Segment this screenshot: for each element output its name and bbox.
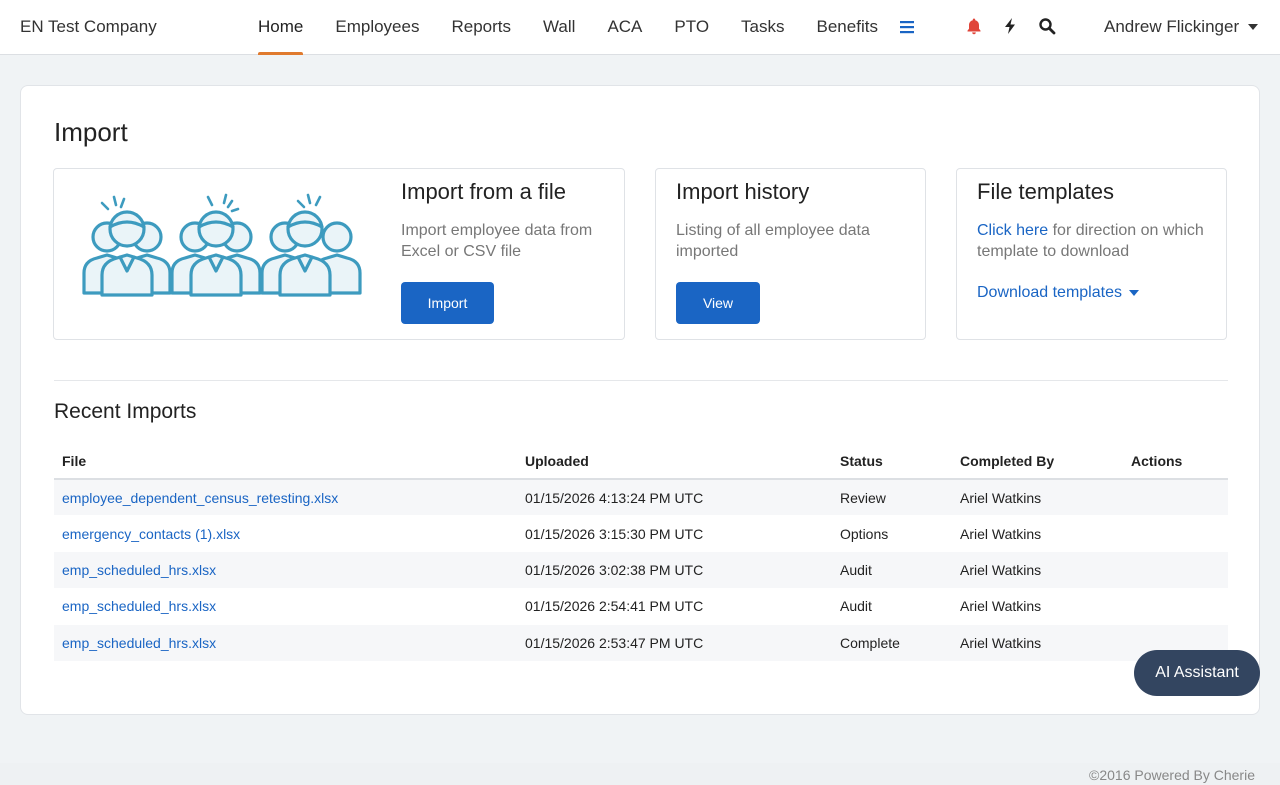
nav-aca[interactable]: ACA	[607, 0, 642, 55]
page-title: Import	[54, 117, 128, 147]
table-row: emergency_contacts (1).xlsx 01/15/2026 3…	[54, 515, 1228, 551]
hamburger-icon[interactable]	[899, 19, 915, 35]
nav-employees[interactable]: Employees	[335, 0, 419, 55]
import-file-panel: Import from a file Import employee data …	[53, 168, 625, 340]
file-templates-title: File templates	[977, 179, 1114, 204]
column-header-file[interactable]: File	[54, 444, 517, 480]
footer-bar	[0, 763, 1280, 785]
column-header-status[interactable]: Status	[832, 444, 952, 480]
uploaded-cell: 01/15/2026 2:54:41 PM UTC	[525, 598, 704, 615]
file-cell: emergency_contacts (1).xlsx	[54, 515, 517, 551]
status-cell: Complete	[832, 624, 952, 661]
actions-cell	[1123, 479, 1228, 516]
file-link[interactable]: emp_scheduled_hrs.xlsx	[62, 562, 216, 578]
column-header-uploaded[interactable]: Uploaded	[517, 444, 832, 480]
table-row: emp_scheduled_hrs.xlsx 01/15/2026 2:54:4…	[54, 588, 1228, 624]
file-link[interactable]: emp_scheduled_hrs.xlsx	[62, 635, 216, 651]
status-cell: Audit	[832, 551, 952, 589]
table-row: emp_scheduled_hrs.xlsx 01/15/2026 3:02:3…	[54, 551, 1228, 589]
completed-by-cell: Ariel Watkins	[952, 624, 1123, 661]
actions-cell	[1123, 551, 1228, 589]
column-header-actions: Actions	[1123, 444, 1228, 480]
download-templates-dropdown[interactable]: Download templates	[977, 284, 1139, 302]
import-card: Import Import from a file Import employe…	[20, 85, 1260, 715]
status-cell: Review	[832, 479, 952, 516]
nav-benefits[interactable]: Benefits	[817, 0, 878, 55]
nav-wall[interactable]: Wall	[543, 0, 575, 55]
view-button[interactable]: View	[676, 282, 760, 324]
import-button[interactable]: Import	[401, 282, 494, 324]
recent-imports-title: Recent Imports	[54, 400, 197, 423]
nav-home[interactable]: Home	[258, 0, 304, 55]
chevron-down-icon	[1128, 290, 1139, 296]
click-here-link[interactable]: Click here	[977, 222, 1048, 239]
completed-by-cell: Ariel Watkins	[960, 598, 1042, 615]
company-name[interactable]: EN Test Company	[20, 17, 157, 37]
status-cell: Options	[840, 525, 889, 542]
user-menu[interactable]: Andrew Flickinger	[1104, 17, 1259, 37]
nav-pto[interactable]: PTO	[674, 0, 709, 55]
bell-icon[interactable]	[965, 17, 983, 35]
table-row: employee_dependent_census_retesting.xlsx…	[54, 479, 1228, 516]
import-history-title: Import history	[676, 179, 810, 204]
divider	[54, 380, 1228, 381]
actions-cell	[1123, 588, 1228, 624]
file-link[interactable]: emp_scheduled_hrs.xlsx	[62, 598, 216, 614]
employees-group-illustration	[82, 193, 362, 297]
actions-cell	[1123, 515, 1228, 551]
footer-text: ©2016 Powered By Cherie	[1089, 767, 1255, 783]
file-cell: emp_scheduled_hrs.xlsx	[54, 624, 517, 661]
uploaded-cell: 01/15/2026 3:15:30 PM UTC	[525, 525, 704, 542]
nav-reports[interactable]: Reports	[451, 0, 511, 55]
top-navigation: EN Test Company Home Employees Reports W…	[0, 0, 1280, 55]
user-name: Andrew Flickinger	[1104, 17, 1240, 36]
import-file-title: Import from a file	[401, 179, 567, 204]
table-row: emp_scheduled_hrs.xlsx 01/15/2026 2:53:4…	[54, 624, 1228, 661]
column-header-completed-by[interactable]: Completed By	[952, 444, 1123, 480]
main-nav: Home Employees Reports Wall ACA PTO Task…	[258, 0, 910, 55]
bolt-icon[interactable]	[1001, 17, 1019, 35]
nav-tasks[interactable]: Tasks	[741, 0, 784, 55]
file-cell: emp_scheduled_hrs.xlsx	[54, 588, 517, 624]
recent-imports-table: File Uploaded Status Completed By Action…	[54, 444, 1228, 661]
file-cell: emp_scheduled_hrs.xlsx	[54, 551, 517, 589]
completed-by-cell: Ariel Watkins	[952, 479, 1123, 516]
import-history-panel: Import history Listing of all employee d…	[655, 168, 926, 340]
file-link[interactable]: employee_dependent_census_retesting.xlsx	[62, 490, 338, 506]
status-cell: Audit	[840, 598, 872, 615]
search-icon[interactable]	[1038, 17, 1056, 35]
chevron-down-icon	[1248, 24, 1259, 30]
import-history-description: Listing of all employee data imported	[676, 222, 870, 260]
file-cell: employee_dependent_census_retesting.xlsx	[54, 479, 517, 516]
ai-assistant-button[interactable]: AI Assistant	[1134, 650, 1260, 696]
uploaded-cell: 01/15/2026 2:53:47 PM UTC	[517, 624, 832, 661]
download-templates-label: Download templates	[977, 284, 1122, 301]
uploaded-cell: 01/15/2026 3:02:38 PM UTC	[517, 551, 832, 589]
completed-by-cell: Ariel Watkins	[952, 551, 1123, 589]
uploaded-cell: 01/15/2026 4:13:24 PM UTC	[517, 479, 832, 516]
table-header-row: File Uploaded Status Completed By Action…	[54, 444, 1228, 480]
file-link[interactable]: emergency_contacts (1).xlsx	[62, 526, 240, 542]
completed-by-cell: Ariel Watkins	[960, 525, 1042, 542]
file-templates-description: Click here for direction on which templa…	[977, 220, 1209, 262]
file-templates-panel: File templates Click here for direction …	[956, 168, 1227, 340]
import-file-description: Import employee data from Excel or CSV f…	[401, 222, 593, 260]
